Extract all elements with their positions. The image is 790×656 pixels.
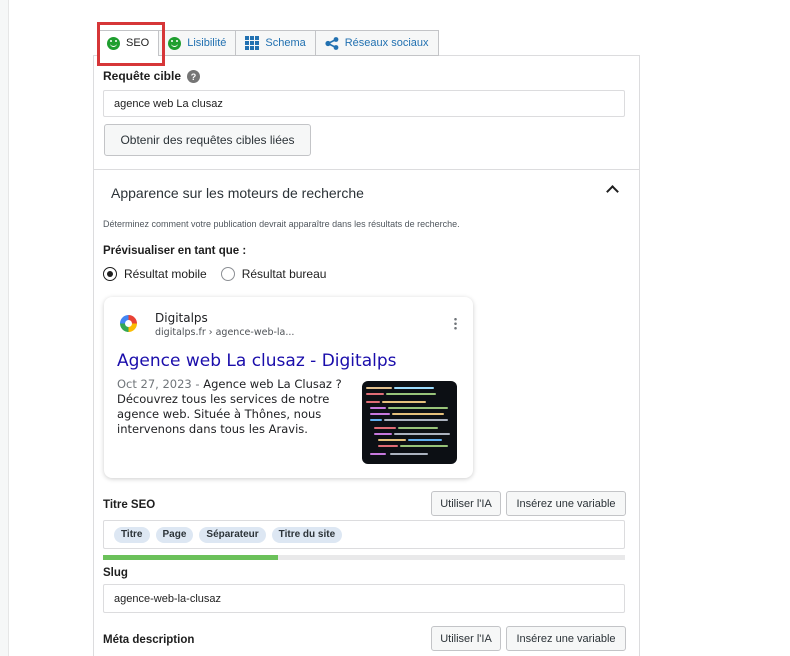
- share-icon: [325, 36, 339, 50]
- tab-readability-label: Lisibilité: [187, 37, 227, 49]
- focus-keyphrase-input[interactable]: agence web La clusaz: [103, 90, 625, 117]
- tab-social-label: Réseaux sociaux: [344, 37, 429, 49]
- preview-date-separator: -: [191, 377, 204, 391]
- seo-title-label: Titre SEO: [103, 499, 156, 511]
- grid-icon: [245, 36, 260, 50]
- slug-label: Slug: [103, 567, 128, 579]
- tab-readability[interactable]: Lisibilité: [158, 30, 237, 56]
- variable-pill[interactable]: Titre du site: [271, 526, 343, 543]
- meta-description-label: Méta description: [103, 634, 195, 646]
- more-options-icon[interactable]: [454, 317, 457, 330]
- preview-thumbnail: [362, 381, 457, 464]
- site-favicon: [120, 315, 137, 332]
- related-keyphrases-button[interactable]: Obtenir des requêtes cibles liées: [104, 124, 311, 156]
- meta-description-variable-button[interactable]: Insérez une variable: [506, 626, 626, 651]
- radio-mobile[interactable]: [103, 267, 117, 281]
- left-strip: [0, 0, 9, 656]
- seo-title-ai-button[interactable]: Utiliser l'IA: [431, 491, 501, 516]
- preview-mode-radios: Résultat mobile Résultat bureau: [103, 267, 326, 281]
- radio-desktop-label[interactable]: Résultat bureau: [242, 267, 327, 281]
- seo-title-field[interactable]: Titre Page Séparateur Titre du site: [103, 520, 625, 549]
- focus-keyphrase-value: agence web La clusaz: [114, 97, 223, 110]
- tab-schema[interactable]: Schema: [235, 30, 316, 56]
- slug-input[interactable]: agence-web-la-clusaz: [103, 584, 625, 613]
- variable-pill[interactable]: Page: [155, 526, 194, 543]
- search-appearance-title[interactable]: Apparence sur les moteurs de recherche: [111, 185, 364, 201]
- search-appearance-description: Déterminez comment votre publication dev…: [103, 219, 460, 229]
- meta-description-ai-button[interactable]: Utiliser l'IA: [431, 626, 501, 651]
- seo-title-progress-fill: [103, 555, 278, 560]
- focus-keyphrase-label-text: Requête cible: [103, 69, 182, 83]
- variable-pill[interactable]: Séparateur: [199, 526, 266, 543]
- seo-tab-highlight: [97, 22, 165, 66]
- help-icon[interactable]: ?: [187, 70, 201, 84]
- preview-as-label: Prévisualiser en tant que :: [103, 245, 247, 257]
- tab-social[interactable]: Réseaux sociaux: [314, 30, 439, 56]
- radio-desktop[interactable]: [220, 267, 235, 281]
- preview-date: Oct 27, 2023: [117, 377, 192, 391]
- radio-mobile-label[interactable]: Résultat mobile: [124, 267, 207, 281]
- section-divider: [93, 169, 640, 170]
- preview-url: digitalps.fr › agence-web-la...: [155, 327, 295, 338]
- seo-title-progress: [103, 555, 625, 560]
- preview-snippet: Oct 27, 2023 - Agence web La Clusaz ? Dé…: [117, 377, 353, 437]
- preview-title[interactable]: Agence web La clusaz - Digitalps: [117, 351, 396, 371]
- focus-keyphrase-label: Requête cible?: [103, 69, 201, 84]
- variable-pill[interactable]: Titre: [114, 526, 150, 543]
- google-preview-card: Digitalps digitalps.fr › agence-web-la..…: [104, 297, 473, 478]
- slug-value: agence-web-la-clusaz: [114, 592, 221, 605]
- smiley-icon: [168, 36, 182, 50]
- seo-title-variable-button[interactable]: Insérez une variable: [506, 491, 626, 516]
- tab-schema-label: Schema: [265, 37, 306, 49]
- preview-site-name: Digitalps: [155, 311, 208, 325]
